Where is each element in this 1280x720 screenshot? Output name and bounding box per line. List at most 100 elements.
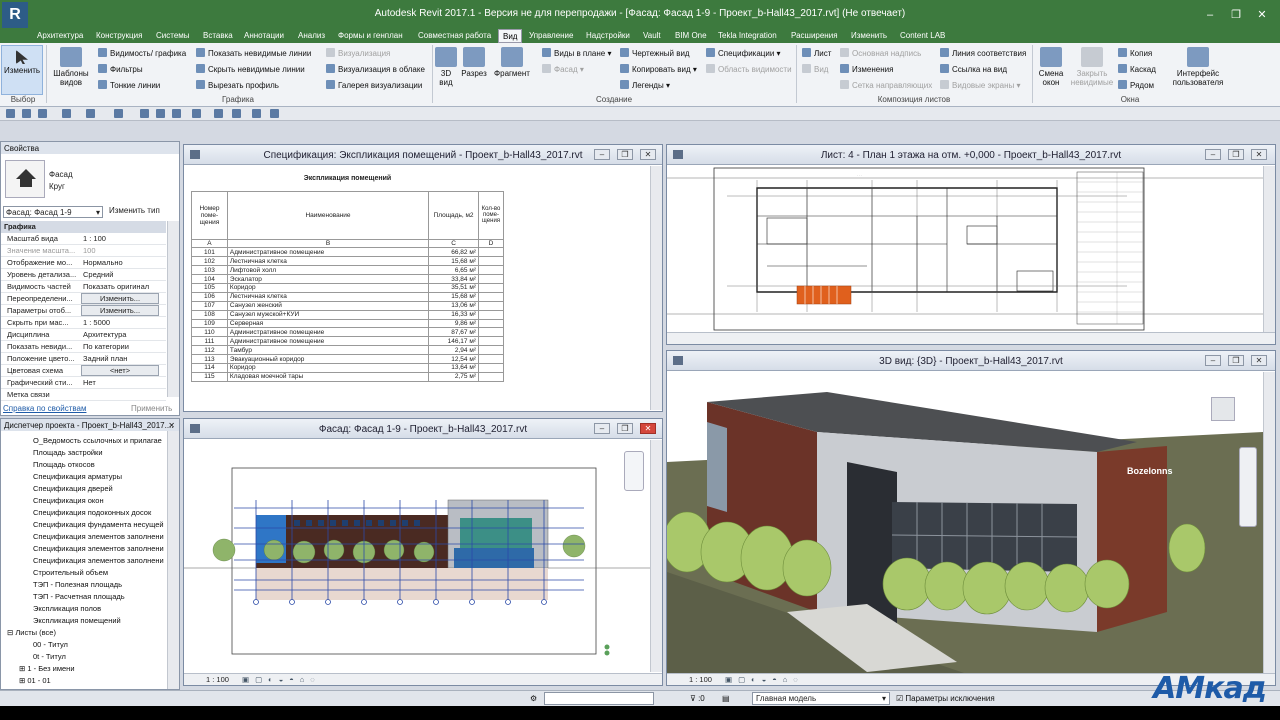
schedule-row[interactable]: 101 Административное помещение 66,82 м²: [191, 247, 505, 258]
property-value[interactable]: Нет: [83, 378, 96, 387]
schedule-cell[interactable]: [477, 256, 505, 267]
property-row[interactable]: Масштаб вида 1 : 100: [1, 233, 166, 245]
schedule-row[interactable]: 112 Тамбур 2,94 м²: [191, 345, 505, 356]
property-row[interactable]: Уровень детализа... Средний: [1, 269, 166, 281]
select-panel-label[interactable]: Выбор: [4, 95, 42, 104]
view-templates-button[interactable]: Шаблоны видов: [50, 47, 92, 87]
schedule-cell[interactable]: [477, 265, 505, 276]
schedule-cell[interactable]: 115: [191, 371, 228, 382]
graphics-panel-label[interactable]: Графика: [46, 95, 430, 104]
tab-content-lab[interactable]: Content LAB: [900, 31, 945, 40]
minimize-icon[interactable]: –: [594, 149, 610, 160]
schedule-cell[interactable]: 15,68 м²: [428, 291, 479, 302]
schedule-scrollbar[interactable]: [650, 166, 662, 410]
schedule-cell[interactable]: Тамбур: [226, 345, 430, 356]
3d-icon[interactable]: [192, 109, 201, 118]
schedule-cell[interactable]: Кладовая моечной тары: [226, 371, 430, 382]
create-panel-label[interactable]: Создание: [432, 95, 796, 104]
schedule-cell[interactable]: 105: [191, 282, 228, 293]
sheets-root[interactable]: ⊟ Листы (все): [7, 628, 56, 637]
schedule-cell[interactable]: Административное помещение: [226, 247, 430, 258]
open-icon[interactable]: [6, 109, 15, 118]
sync-icon[interactable]: [38, 109, 47, 118]
tab-view[interactable]: Вид: [498, 29, 523, 43]
windows-panel-label[interactable]: Окна: [1032, 95, 1228, 104]
schedule-row[interactable]: 110 Административное помещение 87,67 м²: [191, 327, 505, 338]
maximize-icon[interactable]: ❐: [1228, 149, 1244, 160]
property-row[interactable]: Графический сти... Нет: [1, 377, 166, 389]
tab-vault[interactable]: Vault: [643, 31, 661, 40]
browser-item[interactable]: Спецификация окон: [33, 496, 104, 505]
browser-item[interactable]: Спецификация элементов заполнени: [33, 544, 164, 553]
property-value[interactable]: Средний: [83, 270, 114, 279]
schedule-row[interactable]: 109 Серверная 9,86 м²: [191, 318, 505, 329]
view-cube-icon[interactable]: [1211, 397, 1235, 421]
browser-item[interactable]: ТЭП - Полезная площадь: [33, 580, 122, 589]
sheet-item[interactable]: 0t - Титул: [33, 652, 66, 661]
minimize-icon[interactable]: –: [1198, 8, 1222, 22]
col-name-header[interactable]: Наименование: [226, 190, 430, 240]
property-row[interactable]: Отображение мо... Нормально: [1, 257, 166, 269]
schedule-cell[interactable]: 13,06 м²: [428, 300, 479, 311]
view-place-button[interactable]: Вид: [802, 64, 828, 74]
elevation-scrollbar[interactable]: [650, 440, 662, 672]
property-row[interactable]: Показать невиди... По категории: [1, 341, 166, 353]
schedule-cell[interactable]: 12,54 м²: [428, 354, 479, 364]
schedule-cell[interactable]: 111: [191, 336, 228, 347]
viewports-button[interactable]: Видовые экраны ▾: [940, 80, 1021, 90]
schedule-cell[interactable]: Лифтовой холл: [226, 265, 430, 276]
thin-lines-icon[interactable]: [232, 109, 241, 118]
schedule-cell[interactable]: 9,86 м²: [428, 318, 479, 329]
schedule-cell[interactable]: 110: [191, 327, 228, 338]
property-row[interactable]: Значение масшта... 100: [1, 245, 166, 257]
render-button[interactable]: Визуализация: [326, 48, 390, 58]
schedule-cell[interactable]: Санузел женский: [226, 300, 430, 311]
schedule-cell[interactable]: [477, 354, 505, 364]
schedule-window[interactable]: Спецификация: Экспликация помещений - Пр…: [183, 144, 663, 412]
schedule-cell[interactable]: Эскалатор: [226, 274, 430, 284]
schedule-cell[interactable]: 87,67 м²: [428, 327, 479, 338]
user-interface-button[interactable]: Интерфейс пользователя: [1168, 47, 1228, 87]
section-icon[interactable]: [214, 109, 223, 118]
schedule-cell[interactable]: 146,17 м²: [428, 336, 479, 347]
close-icon[interactable]: ✕: [640, 423, 656, 434]
3d-building-view[interactable]: [667, 372, 1263, 674]
tab-annotate[interactable]: Аннотации: [244, 31, 284, 40]
schedule-cell[interactable]: [477, 327, 505, 338]
3d-view-scale[interactable]: 1 : 100: [689, 675, 712, 684]
legends-button[interactable]: Легенды ▾: [620, 80, 670, 90]
show-hidden-lines-button[interactable]: Показать невидимые линии: [196, 48, 311, 58]
schedule-cell[interactable]: 15,68 м²: [428, 256, 479, 267]
property-value[interactable]: Задний план: [83, 354, 127, 363]
browser-item[interactable]: Спецификация дверей: [33, 484, 113, 493]
schedule-cell[interactable]: Эвакуационный коридор: [226, 354, 430, 364]
tile-button[interactable]: Рядом: [1118, 80, 1154, 90]
schedule-cell[interactable]: [477, 371, 505, 382]
tag-icon[interactable]: [156, 109, 165, 118]
cut-profile-button[interactable]: Вырезать профиль: [196, 80, 279, 90]
browser-item[interactable]: Спецификация подоконных досок: [33, 508, 151, 517]
maximize-icon[interactable]: ❐: [617, 149, 633, 160]
property-value[interactable]: Архитектура: [83, 330, 126, 339]
view-reference-button[interactable]: Ссылка на вид: [940, 64, 1007, 74]
switch-windows-icon[interactable]: [270, 109, 279, 118]
browser-item[interactable]: Строительный объем: [33, 568, 108, 577]
sheet-item[interactable]: ⊞ 1 - Без имени: [19, 664, 75, 673]
property-value[interactable]: По категории: [83, 342, 129, 351]
browser-item[interactable]: Площадь откосов: [33, 460, 95, 469]
matchline-button[interactable]: Линия соответствия: [940, 48, 1026, 58]
schedule-cell[interactable]: 2,75 м²: [428, 371, 479, 382]
visibility-graphics-button[interactable]: Видимость/ графика: [98, 48, 186, 58]
schedule-cell[interactable]: 108: [191, 309, 228, 320]
property-row[interactable]: Видимость частей Показать оригинал: [1, 281, 166, 293]
elevation-button[interactable]: Фасад ▾: [542, 64, 584, 74]
section-button[interactable]: Разрез: [460, 47, 488, 78]
save-icon[interactable]: [22, 109, 31, 118]
schedule-row[interactable]: 107 Санузел женский 13,06 м²: [191, 300, 505, 311]
property-edit-button[interactable]: <нет>: [81, 365, 159, 376]
close-icon[interactable]: ✕: [640, 149, 656, 160]
maximize-icon[interactable]: ❐: [617, 423, 633, 434]
exclude-options-checkbox[interactable]: ☑ Параметры исключения: [896, 694, 995, 703]
schedule-cell[interactable]: Лестничная клетка: [226, 291, 430, 302]
tab-bim-one[interactable]: BIM One: [675, 31, 707, 40]
